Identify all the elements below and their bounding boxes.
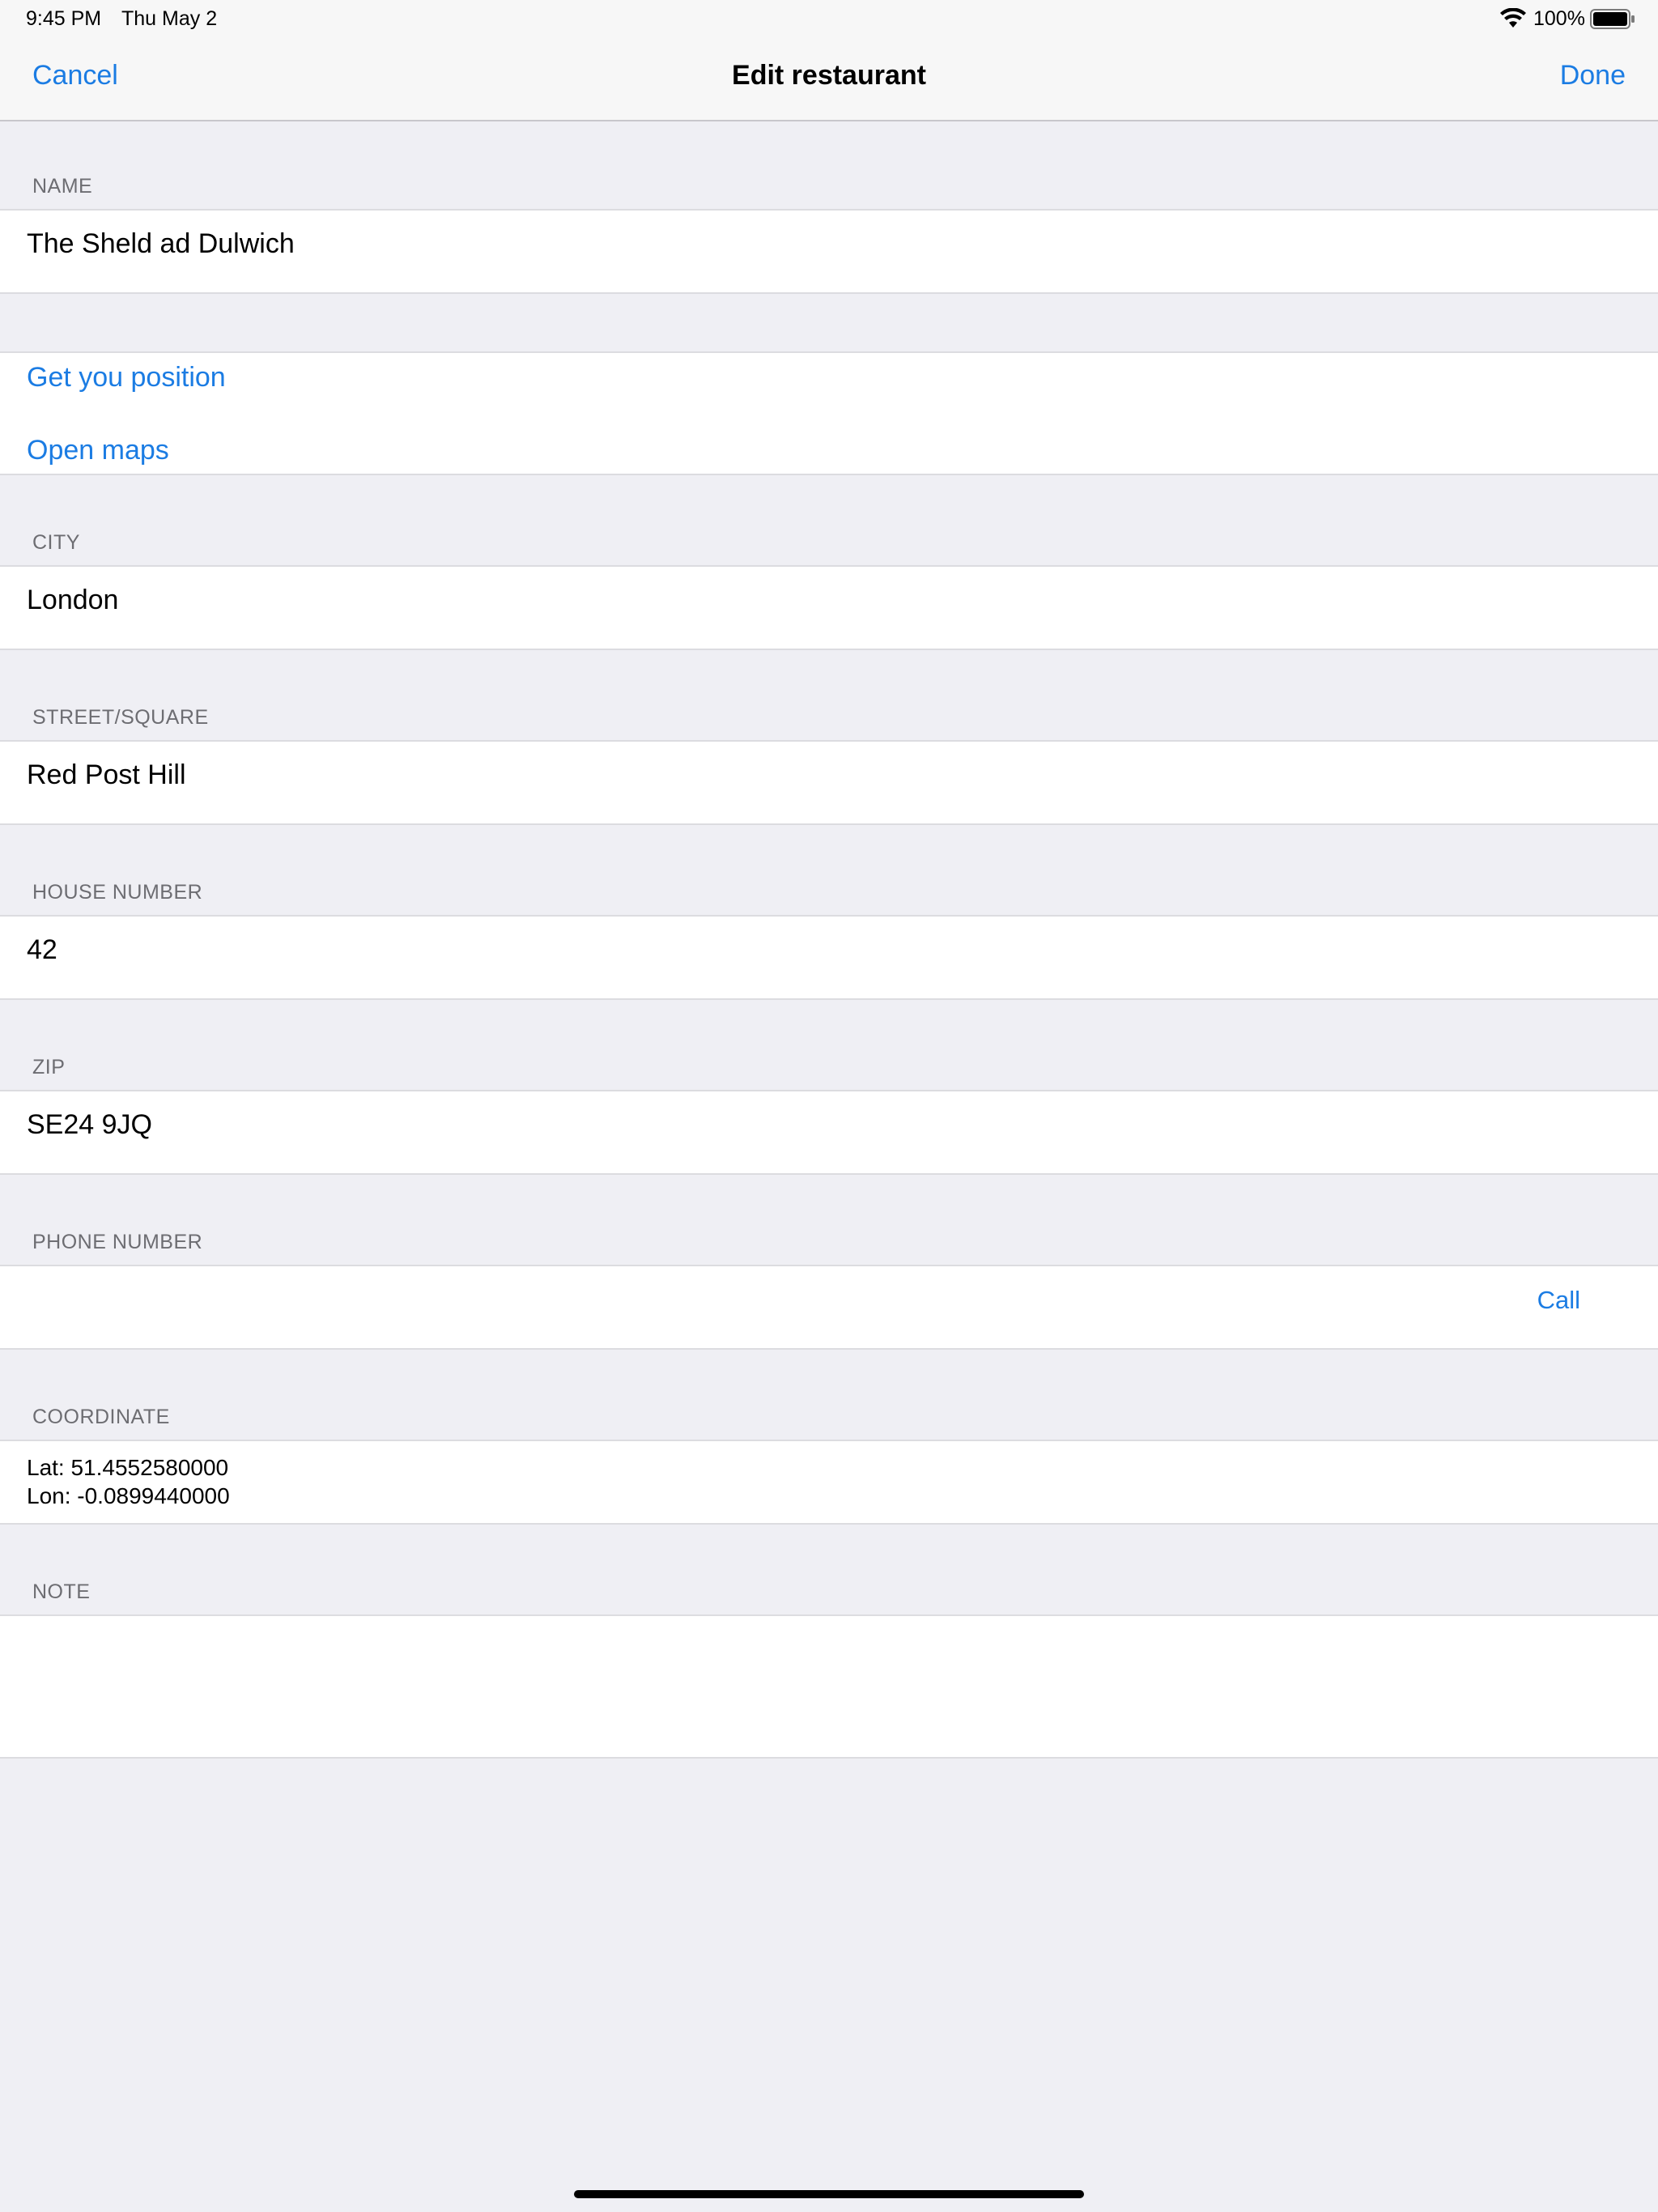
battery-percentage: 100% xyxy=(1533,7,1585,30)
city-value: London xyxy=(27,585,119,615)
name-value: The Sheld ad Dulwich xyxy=(27,228,295,259)
name-field[interactable]: The Sheld ad Dulwich xyxy=(0,209,1658,294)
house-number-section-header: HOUSE NUMBER xyxy=(32,881,203,904)
status-date: Thu May 2 xyxy=(121,7,218,30)
wifi-icon xyxy=(1500,8,1526,28)
app-root: 9:45 PM Thu May 2 100% Cancel Edit resta… xyxy=(0,0,1658,2212)
phone-field[interactable]: Call xyxy=(0,1265,1658,1350)
city-field[interactable]: London xyxy=(0,565,1658,650)
house-number-value: 42 xyxy=(27,934,57,965)
status-time: 9:45 PM xyxy=(26,7,102,30)
note-textarea[interactable] xyxy=(0,1614,1658,1759)
zip-section-header: ZIP xyxy=(32,1056,66,1078)
street-section-header: STREET/SQUARE xyxy=(32,706,209,729)
coordinate-section-header: COORDINATE xyxy=(32,1406,170,1428)
navigation-bar: Cancel Edit restaurant Done xyxy=(0,39,1658,121)
note-section-header: NOTE xyxy=(32,1580,91,1603)
city-section-header: CITY xyxy=(32,531,80,554)
page-title: Edit restaurant xyxy=(732,60,926,91)
home-indicator[interactable] xyxy=(574,2190,1084,2198)
battery-icon xyxy=(1590,9,1635,29)
coordinate-cell: Lat: 51.4552580000 Lon: -0.0899440000 xyxy=(0,1440,1658,1525)
street-value: Red Post Hill xyxy=(27,759,186,790)
call-button[interactable]: Call xyxy=(1537,1286,1580,1315)
longitude-value: Lon: -0.0899440000 xyxy=(27,1483,230,1508)
get-position-button[interactable]: Get you position xyxy=(27,362,226,393)
zip-value: SE24 9JQ xyxy=(27,1109,152,1140)
location-actions-group: Get you position Open maps xyxy=(0,351,1658,475)
phone-section-header: PHONE NUMBER xyxy=(32,1231,203,1253)
open-maps-button[interactable]: Open maps xyxy=(27,435,169,466)
latitude-value: Lat: 51.4552580000 xyxy=(27,1455,229,1480)
house-number-field[interactable]: 42 xyxy=(0,915,1658,1000)
street-field[interactable]: Red Post Hill xyxy=(0,740,1658,825)
name-section-header: NAME xyxy=(32,175,93,198)
done-button[interactable]: Done xyxy=(1560,60,1626,91)
zip-field[interactable]: SE24 9JQ xyxy=(0,1090,1658,1175)
status-bar: 9:45 PM Thu May 2 100% xyxy=(0,0,1658,39)
